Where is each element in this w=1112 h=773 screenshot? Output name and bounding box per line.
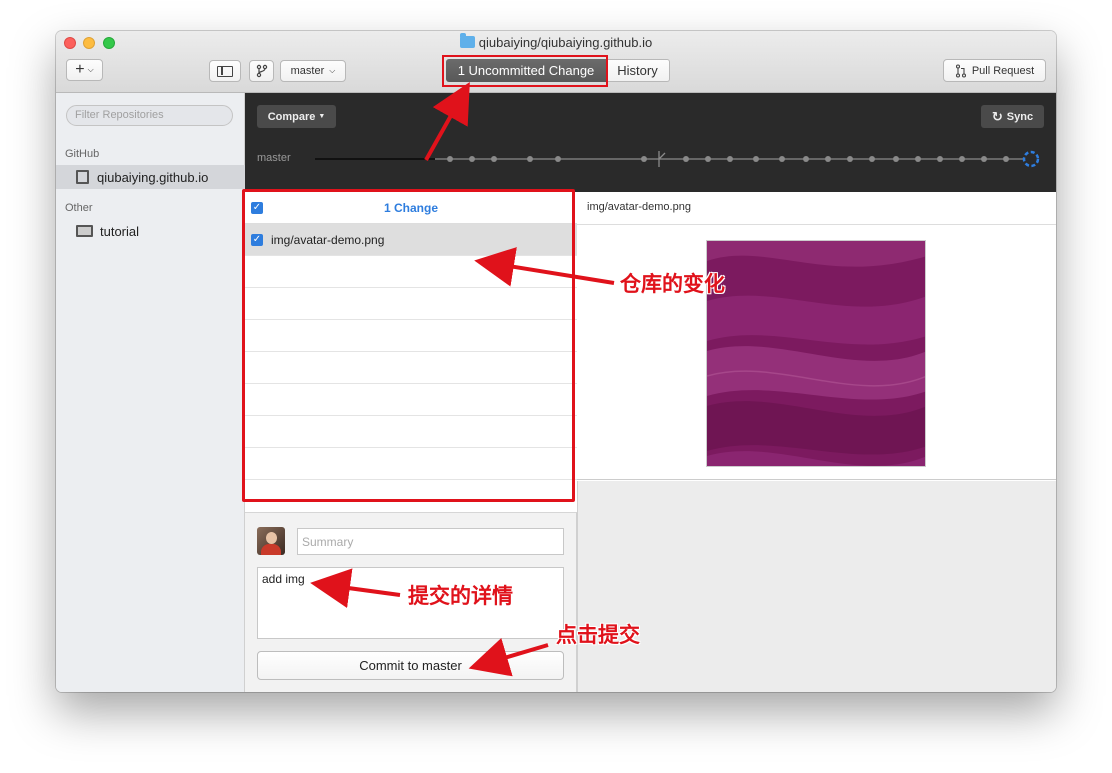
commit-node[interactable] <box>869 156 875 162</box>
diff-empty-area <box>577 481 1056 692</box>
commit-button[interactable]: Commit to master <box>257 651 564 680</box>
chevron-down-icon: ⌵ <box>87 65 94 74</box>
commit-node[interactable] <box>779 156 785 162</box>
branch-select[interactable]: master ⌵ <box>280 60 346 82</box>
commit-node[interactable] <box>491 156 497 162</box>
app-window: qiubaiying/qiubaiying.github.io + ⌵ mast… <box>56 31 1056 692</box>
commit-node[interactable] <box>683 156 689 162</box>
sidebar-item-label: qiubaiying.github.io <box>97 169 209 185</box>
branch-icon <box>256 64 267 78</box>
folder-icon <box>459 33 475 48</box>
annotation-repo-changes: 仓库的变化 <box>620 272 725 296</box>
commit-node[interactable] <box>915 156 921 162</box>
commit-node[interactable] <box>825 156 831 162</box>
branch-graph-bar: Compare ▼ ↻ Sync master <box>245 93 1056 192</box>
pull-request-icon <box>955 63 966 78</box>
chevron-down-icon: ⌵ <box>329 66 336 75</box>
sidebar-section-github: GitHub <box>65 148 100 160</box>
commit-button-label: Commit to master <box>359 658 462 673</box>
pull-request-label: Pull Request <box>971 64 1035 77</box>
commit-node[interactable] <box>981 156 987 162</box>
diff-file-header: img/avatar-demo.png <box>577 192 1056 225</box>
commit-node[interactable] <box>753 156 759 162</box>
sidebar-item-qiubaiying-github-io[interactable]: qiubaiying.github.io <box>56 165 245 189</box>
tab-history-label: History <box>617 63 658 78</box>
commit-node[interactable] <box>847 156 853 162</box>
filter-repositories-input[interactable]: Filter Repositories <box>66 105 233 126</box>
wave-pattern <box>707 241 925 466</box>
add-button-label: + <box>75 61 85 78</box>
avatar <box>257 527 285 555</box>
add-button[interactable]: + ⌵ <box>66 59 103 81</box>
sidebar-item-label: tutorial <box>100 223 140 239</box>
commit-node[interactable] <box>937 156 943 162</box>
commit-node[interactable] <box>469 156 475 162</box>
commit-node[interactable] <box>705 156 711 162</box>
toggle-sidebar-button[interactable] <box>209 60 241 82</box>
computer-icon <box>76 225 93 237</box>
branch-select-label: master <box>290 65 325 77</box>
annotation-click-commit: 点击提交 <box>556 623 640 647</box>
branch-button[interactable] <box>249 60 274 82</box>
commit-node[interactable] <box>527 156 533 162</box>
annotation-highlight-box <box>442 55 608 87</box>
commit-node[interactable] <box>555 156 561 162</box>
commit-node[interactable] <box>447 156 453 162</box>
repository-sidebar: Filter Repositories GitHub qiubaiying.gi… <box>56 93 245 692</box>
sidebar-icon <box>217 65 233 77</box>
commit-node[interactable] <box>1003 156 1009 162</box>
diff-preview-area <box>577 225 1056 480</box>
sidebar-section-other: Other <box>65 202 93 214</box>
annotation-commit-details: 提交的详情 <box>408 584 513 608</box>
image-preview <box>706 240 926 467</box>
pull-request-button[interactable]: Pull Request <box>943 59 1046 82</box>
title-bar: qiubaiying/qiubaiying.github.io + ⌵ mast… <box>56 31 1056 93</box>
commit-node[interactable] <box>803 156 809 162</box>
uncommitted-node[interactable] <box>1022 150 1040 168</box>
commit-node[interactable] <box>959 156 965 162</box>
annotation-highlight-box <box>242 189 575 502</box>
summary-input[interactable]: Summary <box>297 528 564 555</box>
repository-icon <box>76 170 89 184</box>
commit-node[interactable] <box>641 156 647 162</box>
window-title: qiubaiying/qiubaiying.github.io <box>56 33 1056 50</box>
commit-timeline[interactable] <box>245 93 1056 192</box>
diff-file-name: img/avatar-demo.png <box>587 201 691 213</box>
commit-node[interactable] <box>727 156 733 162</box>
window-title-text: qiubaiying/qiubaiying.github.io <box>478 35 653 50</box>
tab-history[interactable]: History <box>606 59 670 82</box>
commit-node[interactable] <box>893 156 899 162</box>
sidebar-item-tutorial[interactable]: tutorial <box>56 219 245 243</box>
